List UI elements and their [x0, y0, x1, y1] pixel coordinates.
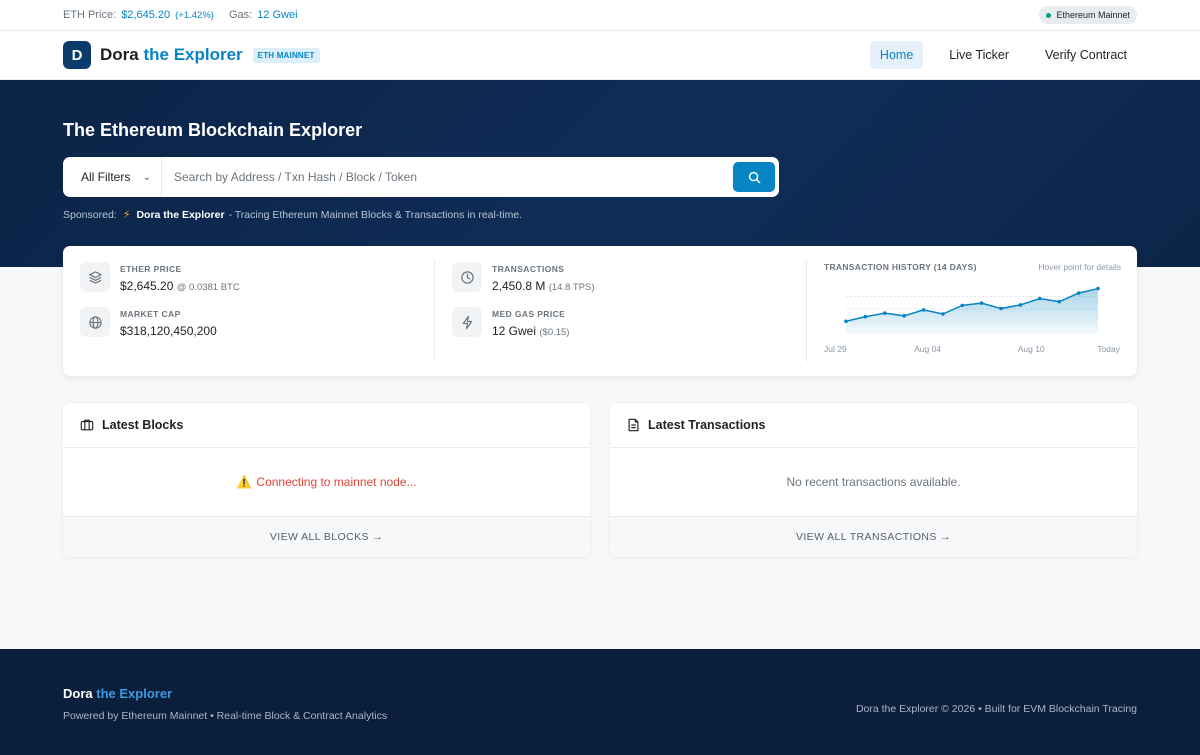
footer-brand-main: Dora	[63, 686, 93, 701]
lightning-icon: ⚡	[122, 209, 131, 221]
chart-svg: Jul 29 Aug 04 Aug 10 Today	[824, 286, 1120, 354]
network-pill[interactable]: Ethereum Mainnet	[1039, 6, 1137, 24]
layers-icon	[80, 262, 110, 292]
gas-price-label: MED GAS PRICE	[492, 309, 566, 319]
stats-card: ETHER PRICE $2,645.20 @ 0.0381 BTC MARKE…	[63, 246, 1137, 376]
nav-live-ticker[interactable]: Live Ticker	[939, 41, 1019, 69]
globe-icon	[80, 307, 110, 337]
status-dot-icon	[1046, 12, 1052, 18]
chart-point-5[interactable]	[941, 312, 945, 316]
search-button[interactable]	[733, 162, 775, 192]
nav-verify-contract[interactable]: Verify Contract	[1035, 41, 1137, 69]
market-cap-label: MARKET CAP	[120, 309, 181, 319]
warning-icon: ⚠️	[236, 475, 252, 489]
chart-x-tick-0: Jul 29	[824, 344, 847, 354]
eth-price-value: $2,645.20	[121, 9, 171, 21]
brand-main: Dora	[100, 45, 139, 64]
main-nav: Home Live Ticker Verify Contract	[854, 41, 1137, 69]
ether-price-btc: @ 0.0381 BTC	[176, 282, 240, 293]
stat-transactions: TRANSACTIONS 2,450.8 M (14.8 TPS)	[452, 262, 790, 293]
header: D Dora the Explorer ETH MAINNET Home Liv…	[0, 31, 1200, 80]
stat-market-cap: MARKET CAP $318,120,450,200	[80, 307, 418, 338]
nav-home[interactable]: Home	[869, 41, 924, 69]
gas-price-usd: ($0.15)	[539, 327, 570, 338]
chart-point-1[interactable]	[863, 314, 868, 319]
gas-price-value[interactable]: 12 Gwei	[492, 324, 536, 338]
network-badge: ETH MAINNET	[252, 47, 320, 63]
footer: Dora the Explorer Powered by Ethereum Ma…	[0, 649, 1200, 755]
chart-point-0[interactable]	[844, 319, 848, 324]
chart-x-tick-1: Aug 04	[914, 344, 941, 354]
chart-x-tick-2: Aug 10	[1018, 344, 1045, 354]
stats-column-price: ETHER PRICE $2,645.20 @ 0.0381 BTC MARKE…	[63, 260, 435, 362]
chart-point-4[interactable]	[921, 308, 926, 312]
chart-point-12[interactable]	[1076, 291, 1081, 295]
chevron-down-icon: ⌄	[142, 171, 151, 183]
stat-ether-price: ETHER PRICE $2,645.20 @ 0.0381 BTC	[80, 262, 418, 293]
chart-point-13[interactable]	[1096, 286, 1100, 291]
sponsored-line: Sponsored: ⚡ Dora the Explorer - Tracing…	[63, 208, 1137, 222]
chart-point-9[interactable]	[1018, 303, 1023, 307]
view-all-blocks-button[interactable]: VIEW ALL BLOCKS →	[63, 516, 590, 557]
network-pill-label: Ethereum Mainnet	[1056, 10, 1130, 20]
top-bar: ETH Price: $2,645.20 (+1.42%) Gas: 12 Gw…	[0, 0, 1200, 31]
gas-value: 12 Gwei	[257, 9, 298, 21]
logo-icon[interactable]: D	[63, 41, 91, 69]
sponsored-text: - Tracing Ethereum Mainnet Blocks & Tran…	[228, 208, 523, 221]
eth-price-label: ETH Price:	[63, 9, 117, 21]
search-bar: All Filters ⌄	[63, 157, 779, 197]
gas-label: Gas:	[228, 9, 253, 21]
latest-blocks-title: Latest Blocks	[102, 418, 184, 432]
ether-price-label: ETHER PRICE	[120, 264, 182, 274]
blocks-status-text: Connecting to mainnet node...	[256, 475, 417, 489]
hero: The Ethereum Blockchain Explorer All Fil…	[0, 80, 1200, 267]
hero-title: The Ethereum Blockchain Explorer	[63, 120, 363, 140]
latest-blocks-panel: Latest Blocks ⚠️ Connecting to mainnet n…	[63, 403, 590, 557]
footer-brand-accent: the Explorer	[96, 686, 173, 701]
latest-blocks-header: Latest Blocks	[63, 403, 590, 448]
view-all-transactions-button[interactable]: VIEW ALL TRANSACTIONS →	[610, 516, 1137, 557]
blocks-status: ⚠️ Connecting to mainnet node...	[63, 448, 590, 516]
stat-gas-price: MED GAS PRICE 12 Gwei ($0.15)	[452, 307, 790, 338]
latest-transactions-header: Latest Transactions	[610, 403, 1137, 448]
market-cap-value: $318,120,450,200	[120, 324, 217, 338]
lightning-outline-icon	[452, 307, 482, 337]
footer-tagline: Powered by Ethereum Mainnet • Real-time …	[63, 710, 388, 722]
chart-point-6[interactable]	[960, 303, 965, 308]
transaction-history-chart: TRANSACTION HISTORY (14 DAYS) Hover poin…	[807, 260, 1137, 362]
sponsored-name[interactable]: Dora the Explorer	[136, 209, 224, 221]
clock-icon	[452, 262, 482, 292]
brand-accent: the Explorer	[143, 45, 243, 64]
transactions-tps: (14.8 TPS)	[548, 282, 595, 293]
chart-hint: Hover point for details	[1038, 262, 1121, 272]
latest-transactions-panel: Latest Transactions No recent transactio…	[610, 403, 1137, 557]
chart-point-10[interactable]	[1038, 296, 1042, 301]
filter-select[interactable]: All Filters ⌄	[63, 157, 162, 197]
latest-transactions-title: Latest Transactions	[648, 418, 766, 432]
stats-column-txns: TRANSACTIONS 2,450.8 M (14.8 TPS) MED GA…	[435, 260, 807, 362]
search-icon	[748, 171, 760, 183]
footer-copyright: Dora the Explorer © 2026 • Built for EVM…	[855, 703, 1137, 715]
sponsored-label: Sponsored:	[63, 208, 117, 221]
transactions-status: No recent transactions available.	[786, 475, 961, 489]
chart-x-tick-3: Today	[1097, 344, 1120, 354]
chart-area	[846, 288, 1098, 334]
chart-point-3[interactable]	[902, 314, 906, 318]
filter-label: All Filters	[81, 170, 131, 184]
chart-point-7[interactable]	[979, 301, 984, 305]
eth-price-change: (+1.42%)	[175, 9, 214, 21]
chart-point-11[interactable]	[1057, 299, 1062, 304]
chart-point-2[interactable]	[882, 311, 887, 315]
search-input[interactable]	[162, 170, 733, 184]
transactions-label: TRANSACTIONS	[492, 264, 565, 274]
chart-title: TRANSACTION HISTORY (14 DAYS)	[824, 262, 977, 272]
document-icon	[628, 418, 639, 432]
footer-brand: Dora the Explorer	[63, 686, 387, 701]
cube-icon	[80, 419, 94, 431]
brand-name[interactable]: Dora the Explorer	[100, 45, 243, 65]
chart-point-8[interactable]	[999, 306, 1003, 311]
ether-price-value[interactable]: $2,645.20	[120, 279, 173, 293]
transactions-value[interactable]: 2,450.8 M	[492, 279, 545, 293]
